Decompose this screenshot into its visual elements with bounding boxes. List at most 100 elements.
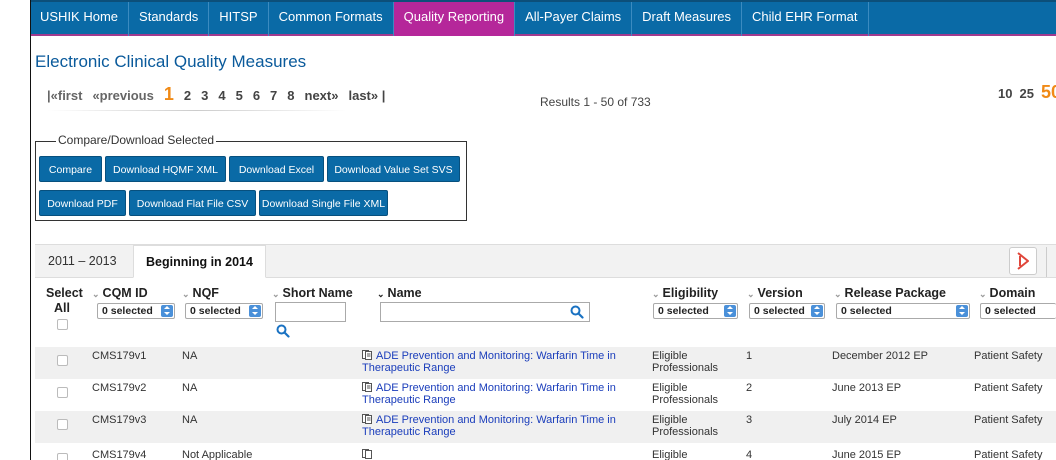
pager-first-link[interactable]: |«first: [47, 88, 82, 103]
release-package-filter-select[interactable]: 0 selected: [836, 303, 970, 319]
cell-eligibility: Eligible Professionals: [652, 414, 719, 438]
download-value-set-svs-button[interactable]: Download Value Set SVS: [327, 156, 460, 182]
chevron-down-icon: ⌄: [377, 289, 385, 299]
download-flat-file-csv-button[interactable]: Download Flat File CSV: [129, 190, 256, 216]
download-excel-button[interactable]: Download Excel: [229, 156, 324, 182]
cell-domain: Patient Safety: [974, 414, 1043, 426]
pager-next-link[interactable]: next»: [305, 88, 339, 103]
chevron-down-icon: ⌄: [834, 289, 842, 299]
header-name[interactable]: ⌄ Name: [377, 286, 422, 300]
download-pdf-button[interactable]: Download PDF: [39, 190, 126, 216]
nav-item-all-payer-claims[interactable]: All-Payer Claims: [515, 2, 633, 36]
pdf-icon: [1017, 252, 1029, 270]
pager-page-2[interactable]: 2: [184, 88, 191, 103]
row-select-checkbox[interactable]: [57, 387, 68, 398]
cell-nqf: NA: [182, 414, 198, 426]
select-arrow-icon: [724, 305, 736, 317]
cell-domain: Patient Safety: [974, 449, 1043, 460]
pager-page-4[interactable]: 4: [218, 88, 225, 103]
name-filter-input[interactable]: [380, 302, 590, 322]
header-version[interactable]: ⌄ Version: [747, 286, 803, 300]
download-single-file-xml-button[interactable]: Download Single File XML: [259, 190, 388, 216]
cell-cqm-id: CMS179v3: [92, 414, 147, 426]
header-eligibility[interactable]: ⌄ Eligibility: [652, 286, 718, 300]
tab-separator: [1046, 247, 1047, 277]
document-icon: [362, 382, 372, 392]
nav-item-ushik-home[interactable]: USHIK Home: [30, 2, 130, 36]
page-frame: USHIK Home Standards HITSP Common Format…: [0, 0, 1056, 460]
chevron-down-icon: ⌄: [182, 289, 190, 299]
cell-nqf: Not Applicable: [182, 449, 253, 460]
nav-item-child-ehr-format[interactable]: Child EHR Format: [742, 2, 869, 36]
cell-version: 3: [746, 414, 753, 426]
cell-version: 2: [746, 382, 753, 394]
header-select-all: All: [54, 301, 70, 315]
header-domain[interactable]: ⌄ Domain: [979, 286, 1035, 300]
pdf-export-button[interactable]: [1009, 247, 1037, 275]
cell-domain: Patient Safety: [974, 382, 1043, 394]
header-nqf[interactable]: ⌄ NQF: [182, 286, 219, 300]
document-icon: [362, 414, 372, 424]
search-icon[interactable]: [570, 305, 584, 319]
domain-filter-select[interactable]: 0 selected: [980, 303, 1056, 319]
header-short-name[interactable]: ⌄ Short Name: [272, 286, 353, 300]
table-row: CMS179v3 NA ADE Prevention and Monitorin…: [35, 411, 1056, 443]
cell-cqm-id: CMS179v4: [92, 449, 147, 460]
cell-name-link[interactable]: ADE Prevention and Monitoring: Warfarin …: [362, 414, 632, 438]
nqf-filter-select[interactable]: 0 selected: [185, 303, 263, 319]
cell-eligibility: Eligible: [652, 449, 688, 460]
pager-underline: [47, 110, 347, 111]
nav-item-quality-reporting[interactable]: Quality Reporting: [393, 2, 516, 36]
pager-last-link[interactable]: last» |: [348, 88, 385, 103]
cell-name-link[interactable]: ADE Prevention and Monitoring: Warfarin …: [362, 382, 632, 406]
header-cqm-id[interactable]: ⌄ CQM ID: [92, 286, 148, 300]
pager-page-6[interactable]: 6: [253, 88, 260, 103]
pager-page-8[interactable]: 8: [287, 88, 294, 103]
pager-page-3[interactable]: 3: [201, 88, 208, 103]
header-release-package[interactable]: ⌄ Release Package: [834, 286, 946, 300]
eligibility-filter-select[interactable]: 0 selected: [653, 303, 738, 319]
row-select-checkbox[interactable]: [57, 453, 68, 460]
version-filter-select[interactable]: 0 selected: [749, 303, 825, 319]
window-edge: [30, 0, 31, 460]
short-name-filter-input[interactable]: [275, 302, 346, 322]
cell-release-package: June 2015 EP: [832, 449, 902, 460]
chevron-down-icon: ⌄: [979, 289, 987, 299]
nav-item-hitsp[interactable]: HITSP: [209, 2, 269, 36]
header-select: Select: [46, 286, 83, 300]
cell-cqm-id: CMS179v1: [92, 350, 147, 362]
select-arrow-icon: [161, 305, 173, 317]
pager-previous-link[interactable]: «previous: [92, 88, 153, 103]
nav-item-draft-measures[interactable]: Draft Measures: [632, 2, 743, 36]
cell-version: 4: [746, 449, 753, 460]
cell-domain: Patient Safety: [974, 350, 1043, 362]
page-title: Electronic Clinical Quality Measures: [35, 52, 307, 71]
pager: |«first «previous 1 2 3 4 5 6 7 8 next» …: [47, 84, 395, 105]
chevron-down-icon: ⌄: [272, 289, 280, 299]
cell-name-link[interactable]: [362, 449, 632, 460]
chevron-down-icon: ⌄: [747, 289, 755, 299]
page-size-10[interactable]: 10: [998, 86, 1012, 101]
select-all-checkbox[interactable]: [57, 319, 68, 330]
compare-button[interactable]: Compare: [39, 156, 102, 182]
pager-page-5[interactable]: 5: [236, 88, 243, 103]
cell-release-package: July 2014 EP: [832, 414, 897, 426]
tab-beginning-2014[interactable]: Beginning in 2014: [133, 245, 266, 278]
nav-item-common-formats[interactable]: Common Formats: [269, 2, 394, 36]
nav-item-standards[interactable]: Standards: [129, 2, 210, 36]
row-select-checkbox[interactable]: [57, 419, 68, 430]
page-size-25[interactable]: 25: [1019, 86, 1033, 101]
compare-download-legend: Compare/Download Selected: [56, 133, 217, 147]
table-row: CMS179v1 NA ADE Prevention and Monitorin…: [35, 347, 1056, 379]
page-size-selector: 10 25 50: [991, 82, 1056, 103]
document-icon: [362, 449, 372, 459]
row-select-checkbox[interactable]: [57, 355, 68, 366]
search-icon[interactable]: [276, 324, 290, 338]
tab-2011-2013[interactable]: 2011 – 2013: [36, 245, 129, 278]
download-hqmf-xml-button[interactable]: Download HQMF XML: [105, 156, 226, 182]
pager-page-7[interactable]: 7: [270, 88, 277, 103]
page-size-50[interactable]: 50: [1041, 82, 1056, 103]
cqm-id-filter-select[interactable]: 0 selected: [97, 303, 175, 319]
cell-name-link[interactable]: ADE Prevention and Monitoring: Warfarin …: [362, 350, 632, 374]
select-arrow-icon: [249, 305, 261, 317]
